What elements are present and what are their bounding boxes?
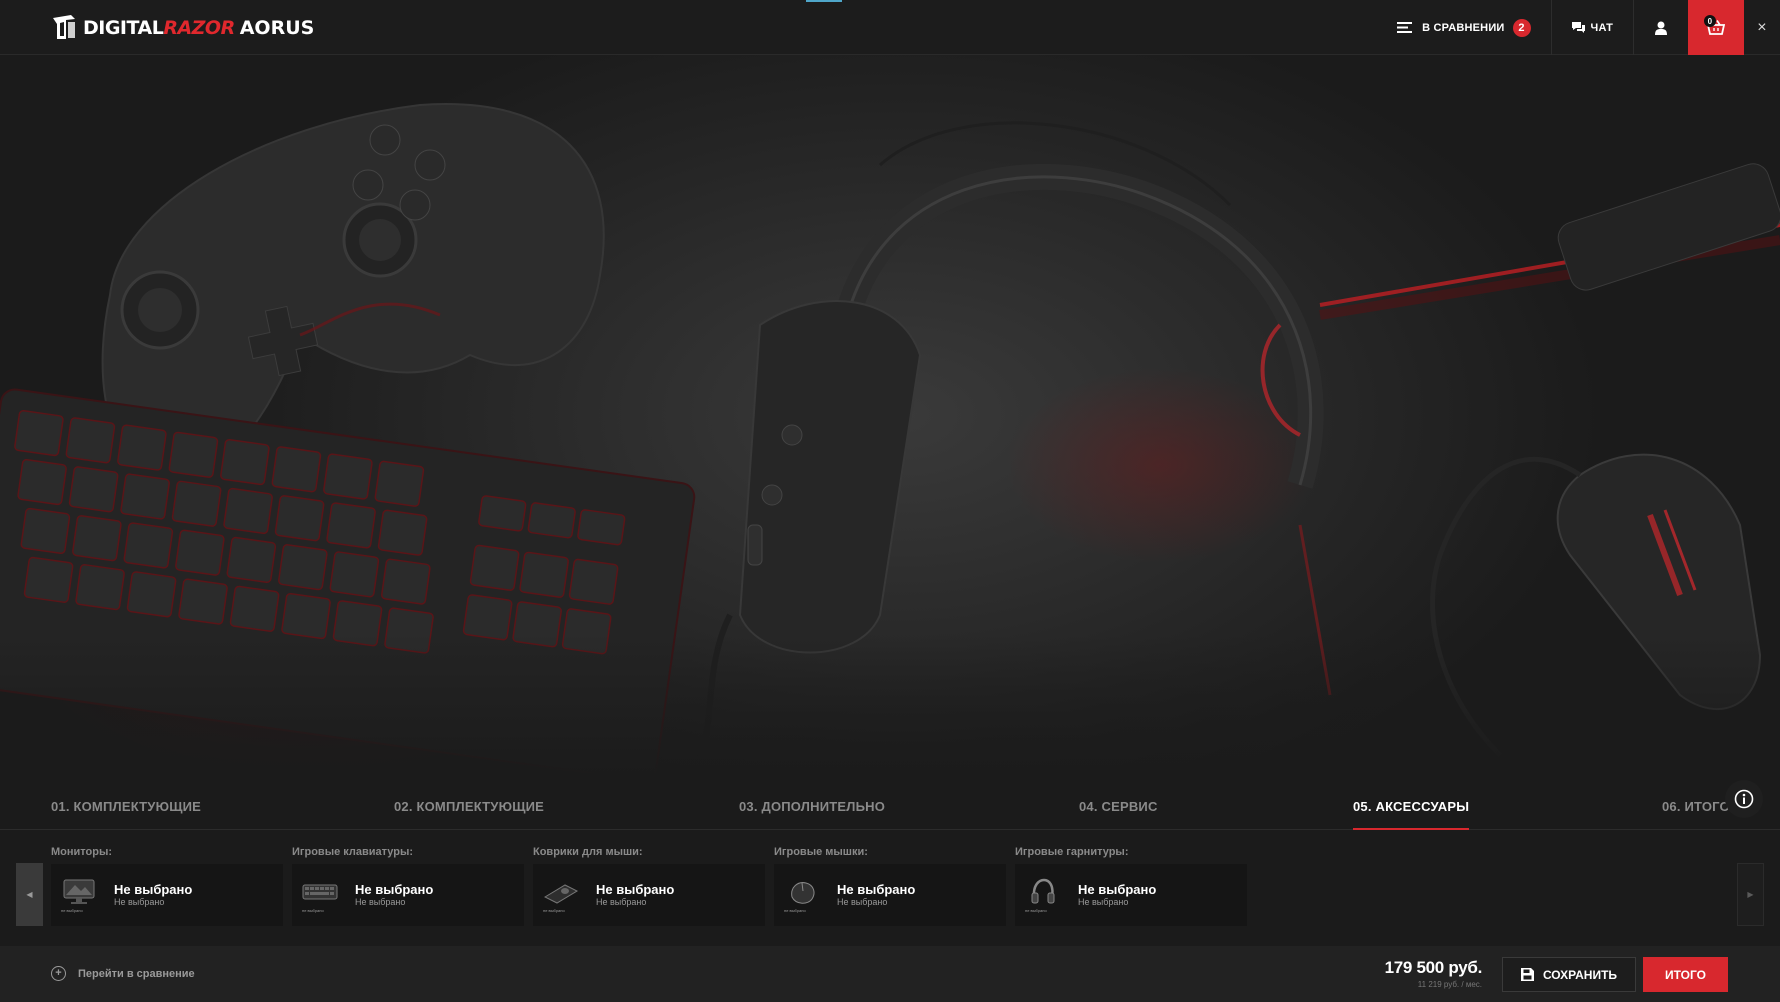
compare-button[interactable]: В сравнении 2: [1397, 0, 1550, 55]
go-to-compare-link[interactable]: + Перейти в сравнение: [51, 966, 195, 981]
accessory-subtitle: Не выбрано: [837, 897, 888, 907]
thumbnail-caption: не выбрано: [61, 908, 83, 913]
chat-icon: [1571, 22, 1585, 33]
tab-step-4[interactable]: 04. Сервис: [1079, 799, 1158, 814]
scroll-right-button[interactable]: ▶: [1737, 863, 1764, 926]
compare-count-badge: 2: [1512, 18, 1531, 37]
accessory-category-label: Игровые гарнитуры:: [1015, 846, 1129, 858]
accessory-category-label: Коврики для мыши:: [533, 846, 643, 858]
accessory-category-label: Игровые мышки:: [774, 846, 868, 858]
total-price: 179 500 руб.: [1384, 958, 1483, 977]
accessory-headsets: Игровые гарнитуры: не выбрано Не выбрано…: [1015, 846, 1247, 926]
user-icon: [1655, 21, 1667, 35]
header-actions: В сравнении 2 Чат 0 ×: [1397, 0, 1780, 55]
scroll-left-button[interactable]: ◀: [16, 863, 43, 926]
accessory-subtitle: Не выбрано: [596, 897, 647, 907]
chat-label: Чат: [1590, 21, 1613, 34]
thumbnail-caption: не выбрано: [543, 908, 565, 913]
floppy-disk-icon: [1520, 968, 1534, 981]
price-block: 179 500 руб. 11 219 руб. / мес.: [1384, 958, 1483, 989]
logo-word-razor: RAZOR: [163, 16, 235, 39]
mousepad-thumbnail-icon: не выбрано: [543, 877, 579, 913]
save-label: Сохранить: [1542, 967, 1618, 982]
accessory-title: Не выбрано: [355, 882, 434, 897]
top-header: DIGITALRAZOR AORUS В сравнении 2 Чат: [0, 0, 1780, 55]
compare-label: В сравнении: [1422, 21, 1505, 34]
logo-word-digital: DIGITAL: [83, 16, 164, 39]
chevron-right-icon: ▶: [1747, 890, 1754, 899]
tab-step-6[interactable]: 06. Итого: [1662, 799, 1730, 814]
monitor-thumbnail-icon: не выбрано: [61, 877, 97, 913]
logo-text: DIGITALRAZOR AORUS: [83, 17, 314, 39]
accessory-category-label: Игровые клавиатуры:: [292, 846, 414, 858]
accessory-title: Не выбрано: [596, 882, 675, 897]
account-button[interactable]: [1633, 0, 1688, 55]
thumbnail-caption: не выбрано: [302, 908, 324, 913]
tab-step-1[interactable]: 01. Комплектующие: [51, 799, 201, 814]
accessory-card[interactable]: не выбрано Не выбрано Не выбрано: [51, 864, 283, 926]
accessory-card[interactable]: не выбрано Не выбрано Не выбрано: [292, 864, 524, 926]
accessory-title: Не выбрано: [114, 882, 193, 897]
plus-circle-icon: +: [51, 966, 66, 981]
accessory-card[interactable]: не выбрано Не выбрано Не выбрано: [774, 864, 1006, 926]
thumbnail-caption: не выбрано: [784, 908, 806, 913]
accessory-title: Не выбрано: [837, 882, 916, 897]
hero-background-image: [0, 55, 1780, 775]
accessory-subtitle: Не выбрано: [355, 897, 406, 907]
logo[interactable]: DIGITALRAZOR AORUS: [51, 13, 314, 42]
accessory-monitors: Мониторы: не выбрано Не выбрано Не выбра…: [51, 846, 283, 926]
step-tabs: 01. Комплектующие 02. Комплектующие 03. …: [0, 780, 1780, 830]
tab-step-5[interactable]: 05. Аксессуары: [1353, 799, 1470, 830]
accessory-keyboards: Игровые клавиатуры: не выбрано Не выбран…: [292, 846, 524, 926]
mouse-thumbnail-icon: не выбрано: [784, 877, 820, 913]
total-label: Итого: [1665, 967, 1706, 982]
accessory-subtitle: Не выбрано: [114, 897, 165, 907]
tab-step-2[interactable]: 02. Комплектующие: [394, 799, 544, 814]
accessory-mice: Игровые мышки: не выбрано Не выбрано Не …: [774, 846, 1006, 926]
tab-step-3[interactable]: 03. Дополнительно: [739, 799, 885, 814]
monthly-price: 11 219 руб. / мес.: [1417, 980, 1482, 989]
total-button[interactable]: Итого: [1643, 957, 1728, 992]
info-icon: [1734, 789, 1754, 809]
keyboard-thumbnail-icon: не выбрано: [302, 877, 338, 913]
close-icon: ×: [1757, 18, 1767, 36]
step-tabs-track: 01. Комплектующие 02. Комплектующие 03. …: [0, 780, 1732, 830]
cart-button[interactable]: 0: [1688, 0, 1744, 55]
chat-button[interactable]: Чат: [1550, 0, 1633, 55]
thumbnail-caption: не выбрано: [1025, 908, 1047, 913]
logo-word-aorus: AORUS: [239, 16, 315, 39]
cart-count-badge: 0: [1704, 15, 1716, 27]
header-indicator: [806, 0, 842, 2]
headset-thumbnail-icon: не выбрано: [1025, 877, 1061, 913]
accessory-title: Не выбрано: [1078, 882, 1157, 897]
bottom-bar: + Перейти в сравнение 179 500 руб. 11 21…: [0, 946, 1780, 1002]
accessory-card[interactable]: не выбрано Не выбрано Не выбрано: [1015, 864, 1247, 926]
accessory-card[interactable]: не выбрано Не выбрано Не выбрано: [533, 864, 765, 926]
close-button[interactable]: ×: [1744, 0, 1780, 55]
save-button[interactable]: Сохранить: [1502, 957, 1636, 992]
razor-logo-icon: [53, 15, 75, 39]
accessory-mousepads: Коврики для мыши: не выбрано Не выбрано …: [533, 846, 765, 926]
list-icon: [1397, 22, 1413, 33]
chevron-left-icon: ◀: [26, 890, 33, 899]
go-to-compare-label: Перейти в сравнение: [78, 967, 195, 980]
hero-fade: [0, 635, 1780, 775]
accessory-subtitle: Не выбрано: [1078, 897, 1129, 907]
accessory-category-label: Мониторы:: [51, 846, 113, 858]
info-button[interactable]: [1725, 780, 1763, 818]
accessories-row: ◀ Мониторы: не выбрано Не выбрано Не выб…: [0, 830, 1780, 945]
